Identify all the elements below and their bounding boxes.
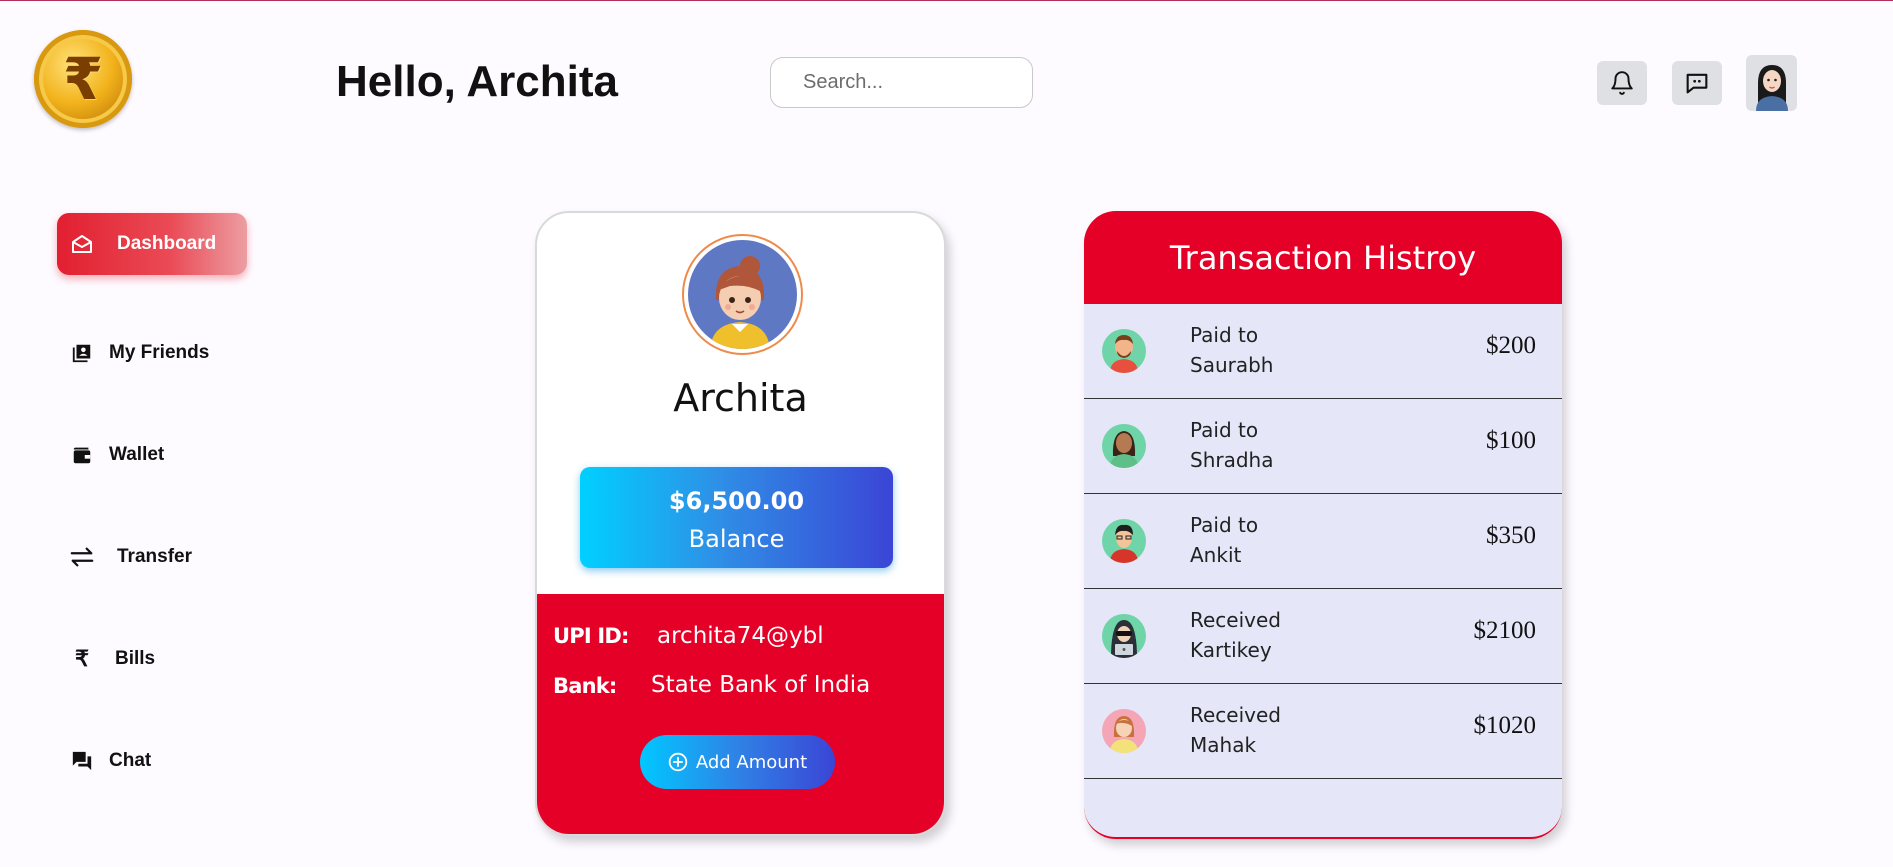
transaction-amount: $1020 xyxy=(1473,712,1537,739)
bell-icon xyxy=(1611,71,1633,95)
sidebar-item-label: Chat xyxy=(109,750,152,771)
person-avatar-icon xyxy=(1102,709,1146,753)
balance-amount: $6,500.00 xyxy=(668,487,805,515)
transaction-description: Paid to Shradha xyxy=(1190,415,1340,475)
chat-icon xyxy=(69,748,95,774)
sidebar-item-label: My Friends xyxy=(109,342,210,363)
rupee-coin-icon: ₹ xyxy=(62,45,104,113)
transaction-row[interactable]: Received Kartikey $2100 xyxy=(1084,589,1562,684)
transaction-amount: $100 xyxy=(1486,427,1536,454)
transaction-person: Shradha xyxy=(1190,448,1274,472)
transaction-action: Received xyxy=(1190,608,1281,632)
transaction-person: Mahak xyxy=(1190,733,1257,757)
person-avatar-icon xyxy=(1102,614,1146,658)
search-input[interactable] xyxy=(770,57,1033,108)
transaction-person: Ankit xyxy=(1190,543,1242,567)
transaction-description: Received Mahak xyxy=(1190,700,1340,760)
account-details: UPI ID: archita74@ybl Bank: State Bank o… xyxy=(537,594,944,834)
transaction-description: Paid to Saurabh xyxy=(1190,320,1340,380)
profile-name: Archita xyxy=(673,376,808,420)
messages-button[interactable] xyxy=(1672,61,1722,105)
sidebar-item-label: Bills xyxy=(115,648,156,669)
transaction-description: Received Kartikey xyxy=(1190,605,1340,665)
transaction-action: Paid to xyxy=(1190,418,1259,442)
transfer-arrows-icon xyxy=(69,544,95,570)
app-logo: ₹ xyxy=(34,30,132,128)
person-avatar-icon xyxy=(1102,424,1146,468)
sidebar-item-my-friends[interactable]: My Friends xyxy=(57,322,247,384)
upi-id-value: archita74@ybl xyxy=(657,623,824,649)
transaction-row[interactable]: Paid to Shradha $100 xyxy=(1084,399,1562,494)
user-avatar-icon xyxy=(1755,65,1788,111)
transaction-description: Paid to Ankit xyxy=(1190,510,1340,570)
page-greeting: Hello, Archita xyxy=(336,57,618,106)
sidebar-item-label: Transfer xyxy=(117,546,192,567)
add-amount-label: Add Amount xyxy=(695,751,808,773)
envelope-open-icon xyxy=(69,231,95,257)
rupee-icon: ₹ xyxy=(75,646,89,671)
bank-value: State Bank of India xyxy=(651,672,871,698)
balance-card: $6,500.00 Balance xyxy=(580,467,893,568)
sidebar-item-transfer[interactable]: Transfer xyxy=(57,526,247,588)
balance-label: Balance xyxy=(688,525,785,553)
message-dots-icon xyxy=(1686,73,1708,94)
transaction-row[interactable]: Paid to Saurabh $200 xyxy=(1084,304,1562,399)
transaction-person: Saurabh xyxy=(1190,353,1274,377)
transaction-amount: $350 xyxy=(1486,522,1536,549)
person-avatar-icon xyxy=(1102,329,1146,373)
person-avatar-icon xyxy=(1102,519,1146,563)
girl-avatar-icon xyxy=(710,256,770,349)
profile-avatar xyxy=(682,234,803,355)
transaction-row[interactable]: Received Mahak $1020 xyxy=(1084,684,1562,779)
transaction-row[interactable]: Paid to Ankit $350 xyxy=(1084,494,1562,589)
contacts-icon xyxy=(69,340,95,366)
bank-label: Bank: xyxy=(553,674,617,698)
wallet-icon xyxy=(69,442,95,468)
transaction-amount: $200 xyxy=(1486,332,1536,359)
profile-card: Archita $6,500.00 Balance UPI ID: archit… xyxy=(535,211,946,836)
transaction-action: Paid to xyxy=(1190,323,1259,347)
sidebar-item-label: Wallet xyxy=(109,444,165,465)
transaction-amount: $2100 xyxy=(1473,617,1537,644)
sidebar-item-wallet[interactable]: Wallet xyxy=(57,424,247,486)
transaction-history-card: Transaction Histroy Paid to Saurabh $200 xyxy=(1084,211,1562,839)
transaction-person: Kartikey xyxy=(1190,638,1272,662)
transaction-action: Paid to xyxy=(1190,513,1259,537)
sidebar-item-label: Dashboard xyxy=(117,233,217,254)
plus-circle-icon xyxy=(668,752,688,772)
transaction-action: Received xyxy=(1190,703,1281,727)
notifications-button[interactable] xyxy=(1597,61,1647,105)
add-amount-button[interactable]: Add Amount xyxy=(640,735,835,789)
user-avatar-button[interactable] xyxy=(1746,55,1797,111)
sidebar-item-bills[interactable]: ₹ Bills xyxy=(57,628,247,690)
upi-id-label: UPI ID: xyxy=(553,624,629,648)
sidebar-item-chat[interactable]: Chat xyxy=(57,730,247,792)
sidebar-item-dashboard[interactable]: Dashboard xyxy=(57,213,247,275)
transaction-history-title: Transaction Histroy xyxy=(1084,211,1562,304)
